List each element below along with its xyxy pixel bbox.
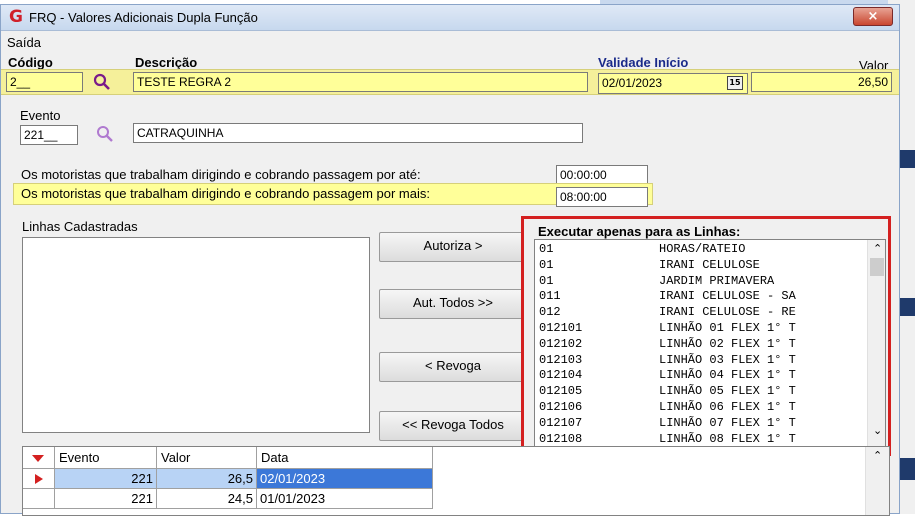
grid-header-data[interactable]: Data [257,447,433,469]
title-bar[interactable]: G FRQ - Valores Adicionais Dupla Função … [1,5,899,31]
sort-down-icon [32,455,44,462]
motoristas-ate-label: Os motoristas que trabalham dirigindo e … [21,167,421,182]
linha-code: 01 [539,257,554,272]
linha-code: 012103 [539,352,583,367]
menu-item-saida[interactable]: Saída [7,35,41,50]
linha-name: IRANI CELULOSE - RE [659,305,796,320]
linha-code: 012104 [539,368,583,383]
linha-name: LINHÃO 08 FLEX 1° T [659,431,796,446]
codigo-label: Código [8,55,53,70]
grid-scroll-up-icon[interactable]: ⌃ [873,449,882,462]
linha-name: JARDIM PRIMAVERA [659,273,775,288]
motoristas-mais-label: Os motoristas que trabalham dirigindo e … [21,186,430,201]
valor-input[interactable]: 26,50 [751,72,892,92]
evento-description-input[interactable]: CATRAQUINHA [133,123,583,143]
linha-name: LINHÃO 07 FLEX 1° T [659,415,796,430]
validade-value: 02/01/2023 [602,76,663,90]
grid-cell-data[interactable]: 02/01/2023 [257,469,433,489]
linha-code: 012101 [539,321,583,335]
linha-name: LINHÃO 05 FLEX 1° T [659,384,796,399]
linha-code: 01 [539,273,554,288]
linha-code: 012107 [539,415,583,430]
linha-name: LINHÃO 02 FLEX 1° T [659,336,796,351]
executar-linhas-title: Executar apenas para as Linhas: [538,224,741,239]
calendar-icon[interactable]: 15 [727,76,743,90]
linha-code: 012108 [539,431,583,446]
grid-header-evento[interactable]: Evento [55,447,157,469]
grid-cell-data[interactable]: 01/01/2023 [257,489,433,509]
linhas-cadastradas-list[interactable] [22,237,370,433]
linha-code: 012 [539,305,561,320]
motoristas-ate-input[interactable]: 00:00:00 [556,165,648,185]
evento-code-input[interactable]: 221__ [20,125,78,145]
executar-linhas-highlight-box: Executar apenas para as Linhas: 01 HORAS/… [521,216,891,456]
linha-name: LINHÃO 01 FLEX 1° T [659,321,796,335]
revoga-button[interactable]: < Revoga [379,352,527,382]
linha-name: LINHÃO 04 FLEX 1° T [659,368,796,383]
grid-row-indicator[interactable] [23,469,55,489]
window-title: FRQ - Valores Adicionais Dupla Função [29,10,258,25]
main-window: G FRQ - Valores Adicionais Dupla Função … [0,4,900,516]
scroll-up-icon[interactable]: ⌃ [873,242,882,255]
executar-linhas-list[interactable]: 01 HORAS/RATEIO 01 IRANI CELULOSE 01 JARDIM P… [534,239,886,447]
grid-cell-valor[interactable]: 26,5 [157,469,257,489]
codigo-search-icon[interactable] [93,73,111,91]
linha-code: 01 [539,242,554,256]
grid-cell-valor[interactable]: 24,5 [157,489,257,509]
descricao-label: Descrição [135,55,198,70]
scroll-thumb[interactable] [870,258,884,276]
close-button[interactable]: × [853,7,893,26]
evento-search-icon[interactable] [96,125,114,143]
linha-code: 012105 [539,384,583,399]
grid-indicator-header [23,447,55,469]
autoriza-button[interactable]: Autoriza > [379,232,527,262]
linha-code: 012102 [539,336,583,351]
revoga-todos-button[interactable]: << Revoga Todos [379,411,527,441]
linha-name: HORAS/RATEIO [659,242,746,256]
linha-code: 012106 [539,400,583,414]
app-logo-icon: G [9,7,23,27]
linha-code: 011 [539,289,561,304]
executar-list-scrollbar[interactable]: ⌃ ⌄ [867,240,885,446]
linha-name: LINHÃO 06 FLEX 1° T [659,400,796,414]
grid-scrollbar[interactable]: ⌃ [865,447,889,515]
grid-cell-evento[interactable]: 221 [55,489,157,509]
descricao-input[interactable]: TESTE REGRA 2 [133,72,588,92]
evento-label: Evento [20,108,61,123]
validade-label: Validade Início [598,55,689,70]
linha-name: LINHÃO 03 FLEX 1° T [659,352,796,367]
current-row-arrow-icon [35,474,43,484]
linha-name: IRANI CELULOSE - SA [659,289,796,304]
linha-name: IRANI CELULOSE [659,257,760,272]
grid-header-valor[interactable]: Valor [157,447,257,469]
validade-input[interactable]: 02/01/2023 [598,73,748,94]
grid-cell-evento[interactable]: 221 [55,469,157,489]
menu-bar: Saída [1,32,899,52]
scroll-down-icon[interactable]: ⌄ [873,424,882,437]
aut-todos-button[interactable]: Aut. Todos >> [379,289,527,319]
motoristas-mais-input[interactable]: 08:00:00 [556,187,648,207]
grid-row-indicator[interactable] [23,489,55,509]
linhas-cadastradas-label: Linhas Cadastradas [22,219,138,234]
eventos-grid: Evento Valor Data 221 26,5 02/01/2023 22… [22,446,890,516]
codigo-input[interactable]: 2__ [6,72,83,92]
